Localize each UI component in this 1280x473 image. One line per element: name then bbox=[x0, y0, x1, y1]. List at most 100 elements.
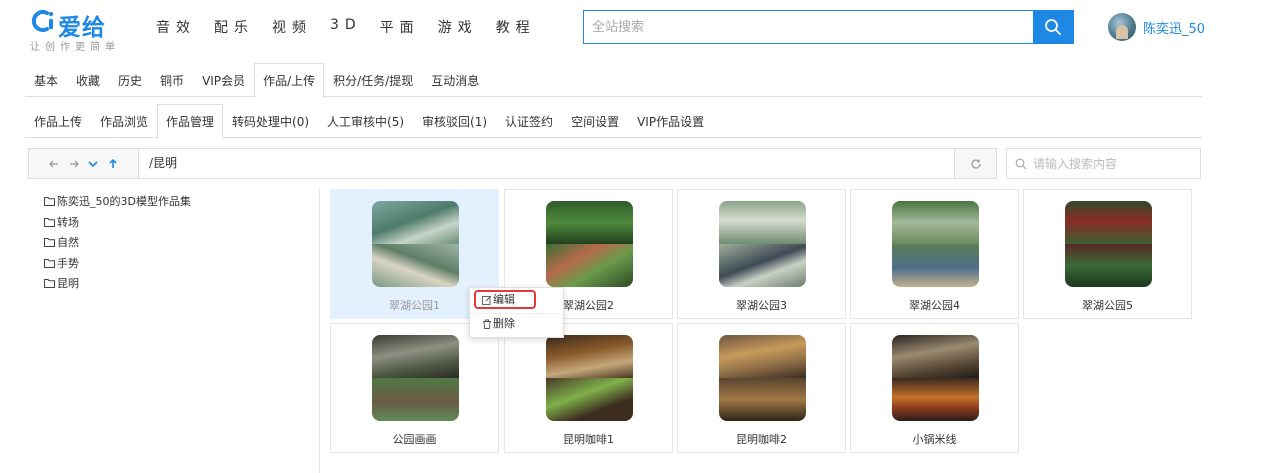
folder-item-root[interactable]: 陈奕迅_50的3D模型作品集 bbox=[44, 191, 191, 212]
folder-item-gesture[interactable]: 手势 bbox=[44, 253, 191, 274]
tab-points-tasks[interactable]: 积分/任务/提现 bbox=[324, 63, 422, 97]
current-path[interactable]: /昆明 bbox=[139, 149, 954, 178]
nav-item-sound[interactable]: 音效 bbox=[156, 17, 196, 37]
avatar[interactable] bbox=[1108, 13, 1136, 41]
main-nav: 音效 配乐 视频 3D 平面 游戏 教程 bbox=[156, 17, 554, 37]
work-thumbnail bbox=[719, 201, 806, 287]
trash-icon bbox=[483, 319, 491, 329]
brand-slogan: 让创作更简单 bbox=[30, 42, 120, 53]
user-menu[interactable]: 陈奕迅_50 bbox=[1108, 13, 1205, 41]
header: 爱给 让创作更简单 音效 配乐 视频 3D 平面 游戏 教程 陈奕迅_50 bbox=[0, 0, 1280, 56]
work-thumbnail bbox=[719, 335, 806, 421]
refresh-icon bbox=[970, 158, 981, 169]
nav-item-3d[interactable]: 3D bbox=[330, 17, 362, 37]
logo[interactable]: 爱给 让创作更简单 bbox=[30, 8, 130, 53]
panel-divider bbox=[319, 189, 320, 473]
work-card[interactable]: 翠湖公园5 bbox=[1023, 189, 1192, 319]
arrow-left-icon bbox=[49, 160, 59, 167]
folder-label: 自然 bbox=[57, 236, 79, 250]
work-card[interactable]: 公园画画 bbox=[330, 323, 499, 453]
file-search bbox=[1006, 148, 1201, 179]
context-menu-edit-label: 编辑 bbox=[493, 293, 515, 306]
tab-upload-work[interactable]: 作品上传 bbox=[25, 104, 91, 138]
site-search-button[interactable] bbox=[1033, 11, 1073, 43]
tab-works-upload[interactable]: 作品/上传 bbox=[254, 63, 325, 98]
work-thumbnail bbox=[892, 335, 979, 421]
work-title: 昆明咖啡1 bbox=[563, 433, 614, 446]
secondary-tabs: 作品上传 作品浏览 作品管理 转码处理中(0) 人工审核中(5) 审核驳回(1)… bbox=[25, 104, 1202, 139]
file-search-input[interactable] bbox=[1033, 156, 1193, 171]
folder-label: 手势 bbox=[57, 256, 79, 270]
nav-item-game[interactable]: 游戏 bbox=[438, 17, 478, 37]
work-thumbnail bbox=[546, 335, 633, 421]
tab-history[interactable]: 历史 bbox=[109, 63, 151, 97]
site-search bbox=[583, 10, 1074, 44]
tab-vip-work-settings[interactable]: VIP作品设置 bbox=[628, 104, 713, 138]
context-menu-delete-label: 删除 bbox=[493, 316, 515, 330]
folder-icon bbox=[44, 217, 55, 227]
history-dropdown-button[interactable] bbox=[87, 158, 99, 170]
logo-mark-icon bbox=[31, 10, 54, 32]
work-title: 小锅米线 bbox=[912, 433, 957, 446]
work-card[interactable]: 翠湖公园4 bbox=[850, 189, 1019, 319]
path-nav-buttons bbox=[29, 149, 139, 178]
tab-vip[interactable]: VIP会员 bbox=[193, 63, 254, 97]
tab-basic[interactable]: 基本 bbox=[25, 63, 67, 97]
folder-label: 昆明 bbox=[57, 277, 79, 291]
work-title: 公园画画 bbox=[392, 433, 437, 446]
parent-folder-button[interactable] bbox=[107, 158, 119, 170]
username[interactable]: 陈奕迅_50 bbox=[1143, 18, 1205, 37]
arrow-up-icon bbox=[108, 158, 117, 168]
work-card[interactable]: 昆明咖啡2 bbox=[677, 323, 846, 453]
tab-messages[interactable]: 互动消息 bbox=[422, 63, 488, 97]
context-menu: 编辑 删除 bbox=[469, 287, 564, 338]
nav-item-video[interactable]: 视频 bbox=[272, 17, 312, 37]
site-search-input[interactable] bbox=[584, 11, 1033, 43]
work-thumbnail bbox=[892, 201, 979, 287]
tab-favorites[interactable]: 收藏 bbox=[67, 63, 109, 97]
folder-item-kunming[interactable]: 昆明 bbox=[44, 273, 191, 294]
edit-icon bbox=[482, 295, 492, 305]
folder-icon bbox=[44, 196, 55, 207]
work-card[interactable]: 翠湖公园3 bbox=[677, 189, 846, 319]
nav-item-graphic[interactable]: 平面 bbox=[380, 17, 420, 37]
back-button[interactable] bbox=[48, 158, 60, 170]
context-menu-edit[interactable]: 编辑 bbox=[474, 290, 536, 309]
search-icon bbox=[1015, 158, 1027, 169]
primary-tabs: 基本 收藏 历史 铜币 VIP会员 作品/上传 积分/任务/提现 互动消息 bbox=[25, 63, 1202, 98]
nav-item-tutorial[interactable]: 教程 bbox=[496, 17, 536, 37]
folder-icon bbox=[44, 237, 55, 248]
tab-coins[interactable]: 铜币 bbox=[151, 63, 193, 97]
forward-button[interactable] bbox=[68, 158, 80, 170]
tab-transcoding[interactable]: 转码处理中(0) bbox=[223, 104, 318, 138]
tab-browse-works[interactable]: 作品浏览 bbox=[91, 104, 157, 138]
work-title: 翠湖公园5 bbox=[1082, 299, 1133, 312]
tab-manage-works[interactable]: 作品管理 bbox=[157, 104, 224, 139]
work-card[interactable]: 昆明咖啡1 bbox=[504, 323, 673, 453]
work-title: 昆明咖啡2 bbox=[736, 433, 787, 446]
tab-certification[interactable]: 认证签约 bbox=[496, 104, 562, 138]
work-thumbnail bbox=[546, 201, 633, 287]
path-bar: /昆明 bbox=[28, 148, 997, 179]
tab-manual-review[interactable]: 人工审核中(5) bbox=[318, 104, 413, 138]
search-icon bbox=[1045, 19, 1061, 35]
nav-item-music[interactable]: 配乐 bbox=[214, 17, 254, 37]
work-thumbnail bbox=[1065, 201, 1152, 287]
folder-label: 转场 bbox=[57, 215, 79, 229]
tab-review-rejected[interactable]: 审核驳回(1) bbox=[413, 104, 496, 138]
work-card[interactable]: 小锅米线 bbox=[850, 323, 1019, 453]
tab-space-settings[interactable]: 空间设置 bbox=[562, 104, 628, 138]
work-thumbnail bbox=[372, 335, 459, 421]
chevron-down-icon bbox=[88, 160, 98, 167]
context-menu-delete[interactable]: 删除 bbox=[474, 313, 560, 333]
folder-item-transition[interactable]: 转场 bbox=[44, 212, 191, 233]
folder-icon bbox=[44, 258, 55, 268]
refresh-button[interactable] bbox=[954, 149, 996, 178]
folder-icon bbox=[44, 278, 55, 289]
arrow-right-icon bbox=[69, 160, 79, 167]
work-title: 翠湖公园4 bbox=[909, 299, 960, 312]
folder-item-nature[interactable]: 自然 bbox=[44, 232, 191, 253]
brand-name: 爱给 bbox=[58, 15, 106, 41]
work-title: 翠湖公园3 bbox=[736, 299, 787, 312]
folder-label: 陈奕迅_50的3D模型作品集 bbox=[57, 195, 191, 209]
